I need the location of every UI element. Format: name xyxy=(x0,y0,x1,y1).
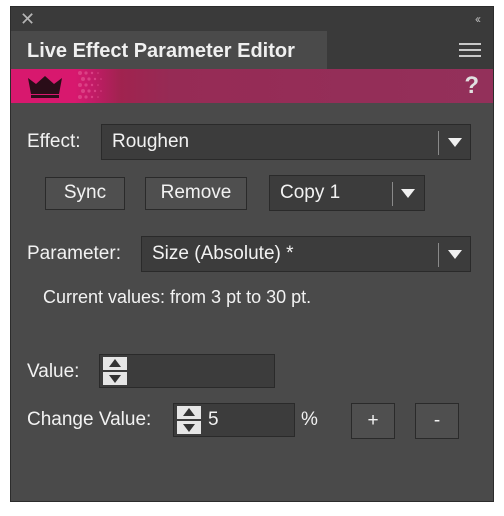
effect-selected: Roughen xyxy=(112,131,190,152)
collapse-icon[interactable]: ‹‹ xyxy=(475,10,481,28)
parameter-selected: Size (Absolute) * xyxy=(152,243,294,264)
copy-dropdown[interactable]: Copy 1 xyxy=(269,175,425,211)
plus-button[interactable]: + xyxy=(351,403,395,439)
panel-title: Live Effect Parameter Editor xyxy=(27,40,295,62)
value-label: Value: xyxy=(27,361,80,382)
value-input[interactable] xyxy=(99,354,275,388)
value-decrement-icon[interactable] xyxy=(103,372,127,385)
panel-menu-icon[interactable] xyxy=(459,43,481,59)
change-value-input[interactable]: 5 xyxy=(173,403,295,437)
chevron-down-icon xyxy=(401,189,415,198)
parameter-dropdown[interactable]: Size (Absolute) * xyxy=(141,236,471,272)
crown-icon xyxy=(28,76,62,98)
effect-label: Effect: xyxy=(27,131,81,152)
change-increment-icon[interactable] xyxy=(177,406,201,419)
chevron-down-icon xyxy=(448,250,462,259)
tab-live-effect-parameter-editor[interactable]: Live Effect Parameter Editor xyxy=(11,31,327,69)
close-icon[interactable]: ✕ xyxy=(20,9,35,29)
value-increment-icon[interactable] xyxy=(103,357,127,370)
dot-pattern xyxy=(78,71,102,99)
current-values-text: Current values: from 3 pt to 30 pt. xyxy=(43,287,312,307)
remove-button[interactable]: Remove xyxy=(145,177,247,210)
help-icon[interactable]: ? xyxy=(464,72,479,100)
percent-unit: % xyxy=(301,409,318,430)
live-effect-panel: ✕ ‹‹ Live Effect Parameter Editor ? Effe… xyxy=(10,6,494,502)
copy-selected: Copy 1 xyxy=(280,182,341,203)
parameter-dropdown-separator xyxy=(438,243,439,267)
change-value-label: Change Value: xyxy=(27,409,152,430)
minus-button[interactable]: - xyxy=(415,403,459,439)
sync-button[interactable]: Sync xyxy=(45,177,125,210)
change-decrement-icon[interactable] xyxy=(177,421,201,434)
copy-dropdown-separator xyxy=(392,182,393,206)
header-banner: ? xyxy=(11,69,493,103)
effect-dropdown[interactable]: Roughen xyxy=(101,124,471,160)
tab-row: Live Effect Parameter Editor xyxy=(11,31,493,69)
effect-dropdown-separator xyxy=(438,131,439,155)
chevron-down-icon xyxy=(448,138,462,147)
panel-titlebar: ✕ ‹‹ xyxy=(11,7,493,31)
change-value-text: 5 xyxy=(208,409,219,430)
parameter-label: Parameter: xyxy=(27,243,121,264)
